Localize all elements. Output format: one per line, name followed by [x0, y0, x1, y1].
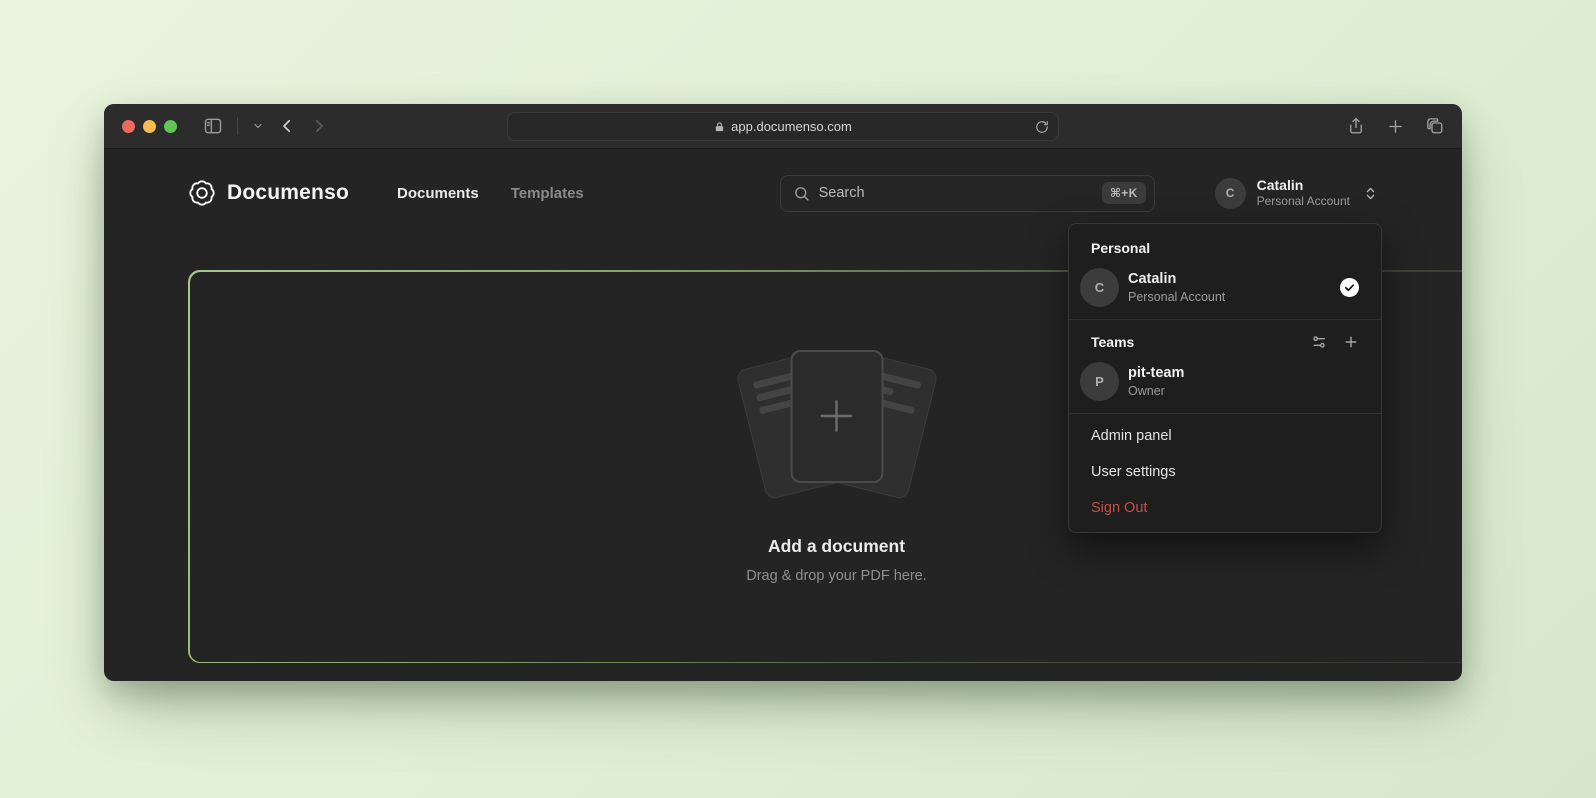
sidebar-icon[interactable]	[203, 116, 223, 136]
account-name: Catalin	[1257, 177, 1350, 195]
tab-overview-icon[interactable]	[1426, 117, 1444, 135]
document-stack-icon	[732, 350, 942, 500]
account-dropdown-menu: Personal C Catalin Personal Account Team…	[1068, 223, 1382, 533]
lock-icon	[714, 121, 725, 133]
personal-avatar: C	[1080, 268, 1119, 307]
team-avatar: P	[1080, 362, 1119, 401]
nav-templates[interactable]: Templates	[511, 185, 584, 202]
menu-item-admin-panel[interactable]: Admin panel	[1069, 418, 1381, 454]
address-bar[interactable]: app.documenso.com	[507, 112, 1059, 141]
chevron-down-icon[interactable]	[252, 120, 264, 132]
account-menu-trigger[interactable]: C Catalin Personal Account	[1215, 177, 1378, 210]
personal-account-item[interactable]: C Catalin Personal Account	[1069, 262, 1381, 317]
team-item[interactable]: P pit-team Owner	[1069, 356, 1381, 411]
traffic-lights	[122, 120, 177, 133]
create-team-plus-icon[interactable]	[1343, 334, 1359, 350]
menu-divider	[1069, 319, 1381, 320]
menu-item-sign-out[interactable]: Sign Out	[1069, 490, 1381, 526]
search-input[interactable]	[819, 185, 1093, 201]
account-avatar: C	[1215, 178, 1246, 209]
personal-subtitle: Personal Account	[1128, 289, 1225, 305]
menu-item-user-settings[interactable]: User settings	[1069, 454, 1381, 490]
back-icon[interactable]	[278, 117, 296, 135]
brand[interactable]: Documenso	[188, 179, 349, 207]
chevrons-up-down-icon	[1363, 186, 1378, 201]
team-role: Owner	[1128, 383, 1184, 399]
minimize-window-button[interactable]	[143, 120, 156, 133]
main-nav: Documents Templates	[397, 185, 584, 202]
toolbar-divider	[237, 117, 238, 135]
personal-name: Catalin	[1128, 270, 1225, 289]
teams-section-label: Teams	[1091, 334, 1134, 350]
selected-check-icon	[1340, 278, 1359, 297]
browser-titlebar: app.documenso.com	[104, 104, 1462, 149]
menu-divider	[1069, 413, 1381, 414]
manage-teams-sliders-icon[interactable]	[1311, 334, 1327, 350]
search-bar[interactable]: ⌘+K	[780, 175, 1155, 212]
reload-icon[interactable]	[1035, 120, 1049, 134]
close-window-button[interactable]	[122, 120, 135, 133]
new-tab-plus-icon[interactable]	[1387, 118, 1404, 135]
brand-name: Documenso	[227, 181, 349, 205]
forward-icon[interactable]	[310, 117, 328, 135]
teams-section-header: Teams	[1069, 324, 1381, 356]
nav-documents[interactable]: Documents	[397, 185, 479, 202]
dropzone-title: Add a document	[768, 536, 905, 557]
account-subtitle: Personal Account	[1257, 194, 1350, 209]
browser-window: app.documenso.com Documenso Doc	[104, 104, 1462, 681]
documenso-logo-icon	[188, 179, 216, 207]
search-icon	[793, 185, 810, 202]
maximize-window-button[interactable]	[164, 120, 177, 133]
dropzone-subtitle: Drag & drop your PDF here.	[746, 568, 927, 584]
url-text: app.documenso.com	[731, 119, 852, 134]
share-icon[interactable]	[1347, 117, 1365, 135]
add-document-plus-icon	[790, 350, 883, 483]
team-name: pit-team	[1128, 364, 1184, 383]
search-shortcut-badge: ⌘+K	[1102, 182, 1146, 204]
personal-section-label: Personal	[1069, 230, 1381, 262]
